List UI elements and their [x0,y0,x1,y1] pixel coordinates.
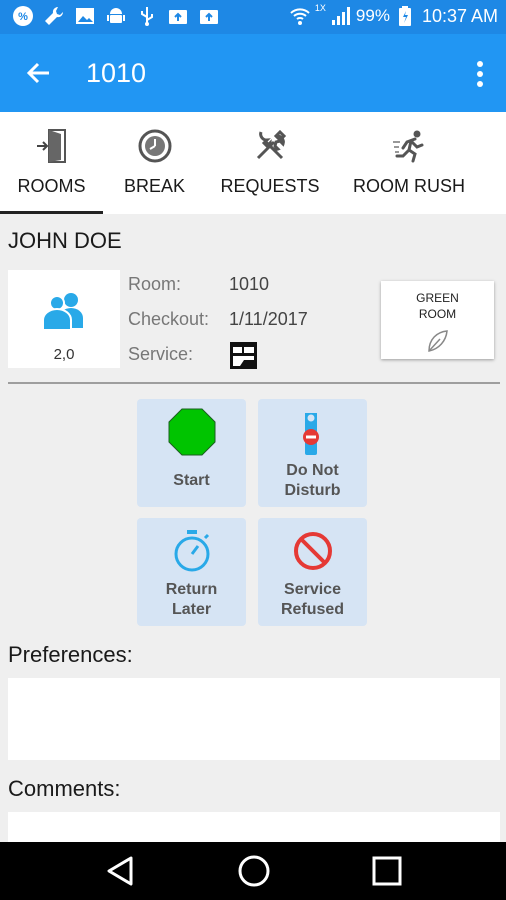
nav-home-button[interactable] [236,854,272,888]
start-button[interactable]: Start [137,399,246,507]
return-later-button[interactable]: Return Later [137,518,246,626]
percent-icon: % [12,5,34,27]
checkout-label: Checkout: [128,309,210,329]
back-button[interactable] [20,54,58,92]
green-room-button[interactable]: GREEN ROOM [381,281,494,359]
triangle-back-icon [107,856,133,886]
tab-rooms[interactable]: ROOMS [0,112,103,214]
guests-icon [41,290,87,335]
dnd-label: Do Not Disturb [284,462,341,499]
wifi-icon [289,5,311,27]
tab-requests[interactable]: REQUESTS [206,112,334,214]
tab-break[interactable]: BREAK [103,112,206,214]
tools-icon [250,126,290,166]
network-type-label: 1X [314,3,326,13]
service-label: Service: [128,344,194,364]
stop-sign-icon [167,407,217,457]
android-icon [105,5,127,27]
service-refused-button[interactable]: Service Refused [258,518,367,626]
guest-count-card: 2,0 [8,270,120,368]
bed-icon [230,342,257,369]
service-refused-label: Service Refused [280,581,345,618]
status-bar-system: 1X 99% 10:37 AM [289,3,498,27]
photo-upload-icon [198,5,220,27]
start-label: Start [173,472,210,489]
guest-count: 2,0 [53,346,75,363]
tab-label: ROOMS [17,176,86,196]
nav-recents-button[interactable] [369,854,405,888]
arrow-left-icon [26,62,49,84]
clock-time: 10:37 AM [421,5,498,26]
prohibited-icon [288,526,338,576]
return-later-label: Return Later [165,581,218,618]
wrench-icon [43,5,65,27]
status-bar: % 1X 99% 10:37 AM [0,0,506,34]
clock-icon [135,126,175,166]
door-exit-icon [32,126,72,166]
leaf-icon [425,329,449,358]
tab-label: BREAK [123,176,186,196]
checkout-value: 1/11/2017 [229,309,308,329]
navigation-bar [0,842,506,900]
svg-text:%: % [18,11,28,23]
tab-selected-indicator [0,211,103,214]
green-room-label: GREEN ROOM [416,291,459,321]
circle-home-icon [238,855,270,887]
tab-bar: ROOMS BREAK REQUESTS ROOM RUSH [0,112,506,214]
tab-label: REQUESTS [220,176,320,196]
square-recents-icon [372,856,402,886]
tab-room-rush[interactable]: ROOM RUSH [334,112,484,214]
page-title: 1010 [86,58,147,88]
comments-label: Comments: [8,776,121,801]
more-vert-icon [477,61,483,87]
room-value: 1010 [229,274,270,294]
overflow-menu-button[interactable] [468,58,492,90]
guest-name: JOHN DOE [8,228,122,253]
usb-icon [136,5,158,27]
signal-icon [330,5,352,27]
battery-percent: 99% [355,6,390,25]
door-hanger-icon [288,407,338,457]
photo-upload-icon [167,5,189,27]
image-icon [74,5,96,27]
nav-back-button[interactable] [102,854,138,888]
app-bar: 1010 [0,34,506,112]
comments-field[interactable] [8,812,500,842]
room-label: Room: [128,274,182,294]
stopwatch-icon [167,526,217,576]
tab-label: ROOM RUSH [353,176,465,196]
battery-icon [394,5,416,27]
preferences-field[interactable] [8,678,500,760]
running-person-icon [389,126,429,166]
preferences-label: Preferences: [8,642,133,667]
status-bar-notifications: % [12,5,220,27]
divider [8,382,500,384]
do-not-disturb-button[interactable]: Do Not Disturb [258,399,367,507]
